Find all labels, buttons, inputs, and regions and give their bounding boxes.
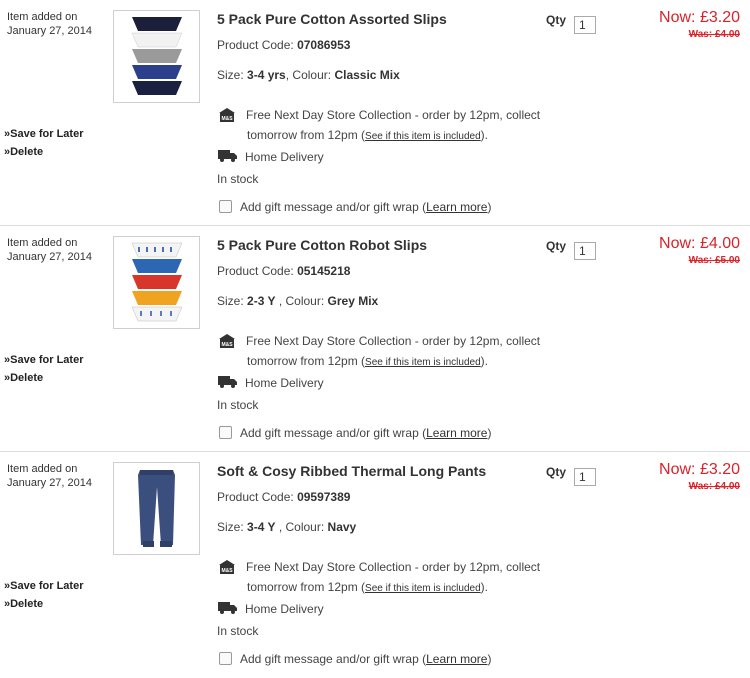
svg-text:M&S: M&S bbox=[221, 116, 233, 122]
save-for-later-link[interactable]: »Save for Later bbox=[4, 577, 83, 595]
quantity: Qty 1 bbox=[546, 239, 597, 260]
product-title[interactable]: 5 Pack Pure Cotton Robot Slips bbox=[217, 237, 427, 253]
store-collection-info: M&S Free Next Day Store Collection - ord… bbox=[218, 331, 540, 373]
delete-link[interactable]: »Delete bbox=[4, 369, 83, 387]
store-icon: M&S bbox=[219, 334, 235, 348]
store-collection-info: M&S Free Next Day Store Collection - ord… bbox=[218, 105, 540, 147]
added-date: January 27, 2014 bbox=[7, 477, 93, 489]
save-for-later-link[interactable]: »Save for Later bbox=[4, 351, 83, 369]
learn-more-link[interactable]: Learn more bbox=[426, 426, 487, 440]
added-date: January 27, 2014 bbox=[7, 25, 93, 37]
stock-status: In stock bbox=[217, 624, 259, 638]
item-added-info: Item added on January 27, 2014 bbox=[7, 10, 92, 38]
thermal-pants-image[interactable] bbox=[113, 462, 200, 555]
learn-more-link[interactable]: Learn more bbox=[426, 200, 487, 214]
svg-text:M&S: M&S bbox=[221, 342, 233, 348]
delete-link[interactable]: »Delete bbox=[4, 143, 83, 161]
product-size-colour: Size: 2-3 Y , Colour: Grey Mix bbox=[217, 294, 379, 308]
store-icon: M&S bbox=[219, 108, 235, 122]
store-collection-info: M&S Free Next Day Store Collection - ord… bbox=[218, 557, 540, 599]
gift-checkbox[interactable] bbox=[219, 200, 232, 213]
item-added-info: Item added on January 27, 2014 bbox=[7, 462, 92, 490]
slips-robot-image[interactable] bbox=[113, 236, 200, 329]
quantity-input[interactable]: 1 bbox=[574, 242, 597, 260]
gift-checkbox[interactable] bbox=[219, 652, 232, 665]
now-price: Now: £3.20 bbox=[659, 461, 740, 478]
product-size-colour: Size: 3-4 yrs, Colour: Classic Mix bbox=[217, 68, 400, 82]
truck-icon bbox=[218, 376, 237, 388]
learn-more-link[interactable]: Learn more bbox=[426, 652, 487, 666]
basket-item: Item added on January 27, 2014 »Save for… bbox=[0, 226, 750, 452]
store-icon: M&S bbox=[219, 560, 235, 574]
stock-status: In stock bbox=[217, 398, 259, 412]
svg-text:M&S: M&S bbox=[221, 568, 233, 574]
added-label: Item added on bbox=[7, 463, 78, 475]
slips-navy-image[interactable] bbox=[113, 10, 200, 103]
product-code: Product Code: 07086953 bbox=[217, 38, 351, 52]
see-if-included-link[interactable]: See if this item is included bbox=[365, 131, 481, 142]
quantity-input[interactable]: 1 bbox=[574, 16, 597, 34]
added-date: January 27, 2014 bbox=[7, 251, 93, 263]
truck-icon bbox=[218, 602, 237, 614]
was-price: Was: £4.00 bbox=[688, 29, 740, 40]
basket-item: Item added on January 27, 2014 »Save for… bbox=[0, 452, 750, 678]
gift-option: Add gift message and/or gift wrap (Learn… bbox=[219, 652, 491, 666]
save-for-later-link[interactable]: »Save for Later bbox=[4, 125, 83, 143]
quantity: Qty 1 bbox=[546, 465, 597, 486]
product-code: Product Code: 09597389 bbox=[217, 490, 351, 504]
home-delivery-info: Home Delivery bbox=[218, 150, 324, 164]
now-price: Now: £3.20 bbox=[659, 9, 740, 26]
gift-option: Add gift message and/or gift wrap (Learn… bbox=[219, 426, 491, 440]
see-if-included-link[interactable]: See if this item is included bbox=[365, 583, 481, 594]
see-if-included-link[interactable]: See if this item is included bbox=[365, 357, 481, 368]
delete-link[interactable]: »Delete bbox=[4, 595, 83, 613]
basket-item: Item added on January 27, 2014 »Save for… bbox=[0, 0, 750, 226]
item-added-info: Item added on January 27, 2014 bbox=[7, 236, 92, 264]
product-size-colour: Size: 3-4 Y , Colour: Navy bbox=[217, 520, 357, 534]
product-title[interactable]: 5 Pack Pure Cotton Assorted Slips bbox=[217, 11, 447, 27]
stock-status: In stock bbox=[217, 172, 259, 186]
home-delivery-info: Home Delivery bbox=[218, 602, 324, 616]
was-price: Was: £4.00 bbox=[688, 481, 740, 492]
gift-option: Add gift message and/or gift wrap (Learn… bbox=[219, 200, 491, 214]
product-code: Product Code: 05145218 bbox=[217, 264, 351, 278]
added-label: Item added on bbox=[7, 237, 78, 249]
now-price: Now: £4.00 bbox=[659, 235, 740, 252]
quantity-input[interactable]: 1 bbox=[574, 468, 597, 486]
home-delivery-info: Home Delivery bbox=[218, 376, 324, 390]
truck-icon bbox=[218, 150, 237, 162]
was-price: Was: £5.00 bbox=[688, 255, 740, 266]
added-label: Item added on bbox=[7, 11, 78, 23]
product-title[interactable]: Soft & Cosy Ribbed Thermal Long Pants bbox=[217, 463, 486, 479]
quantity: Qty 1 bbox=[546, 13, 597, 34]
gift-checkbox[interactable] bbox=[219, 426, 232, 439]
